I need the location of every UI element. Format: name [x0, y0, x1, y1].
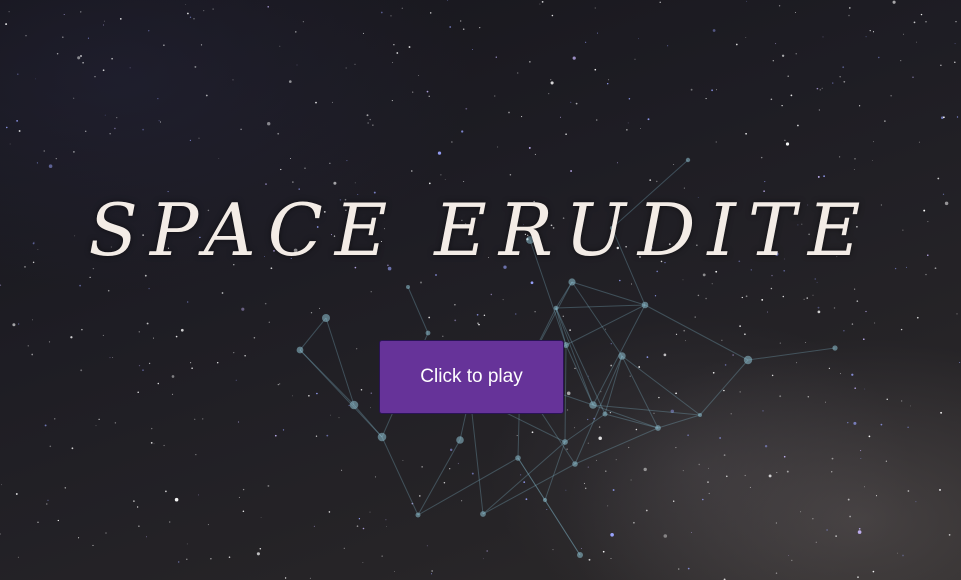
game-title: SPACE ERUDITE — [88, 188, 873, 272]
starfield-background — [0, 0, 961, 580]
start-screen: SPACE ERUDITE Click to play — [0, 0, 961, 580]
play-button[interactable]: Click to play — [379, 340, 564, 414]
